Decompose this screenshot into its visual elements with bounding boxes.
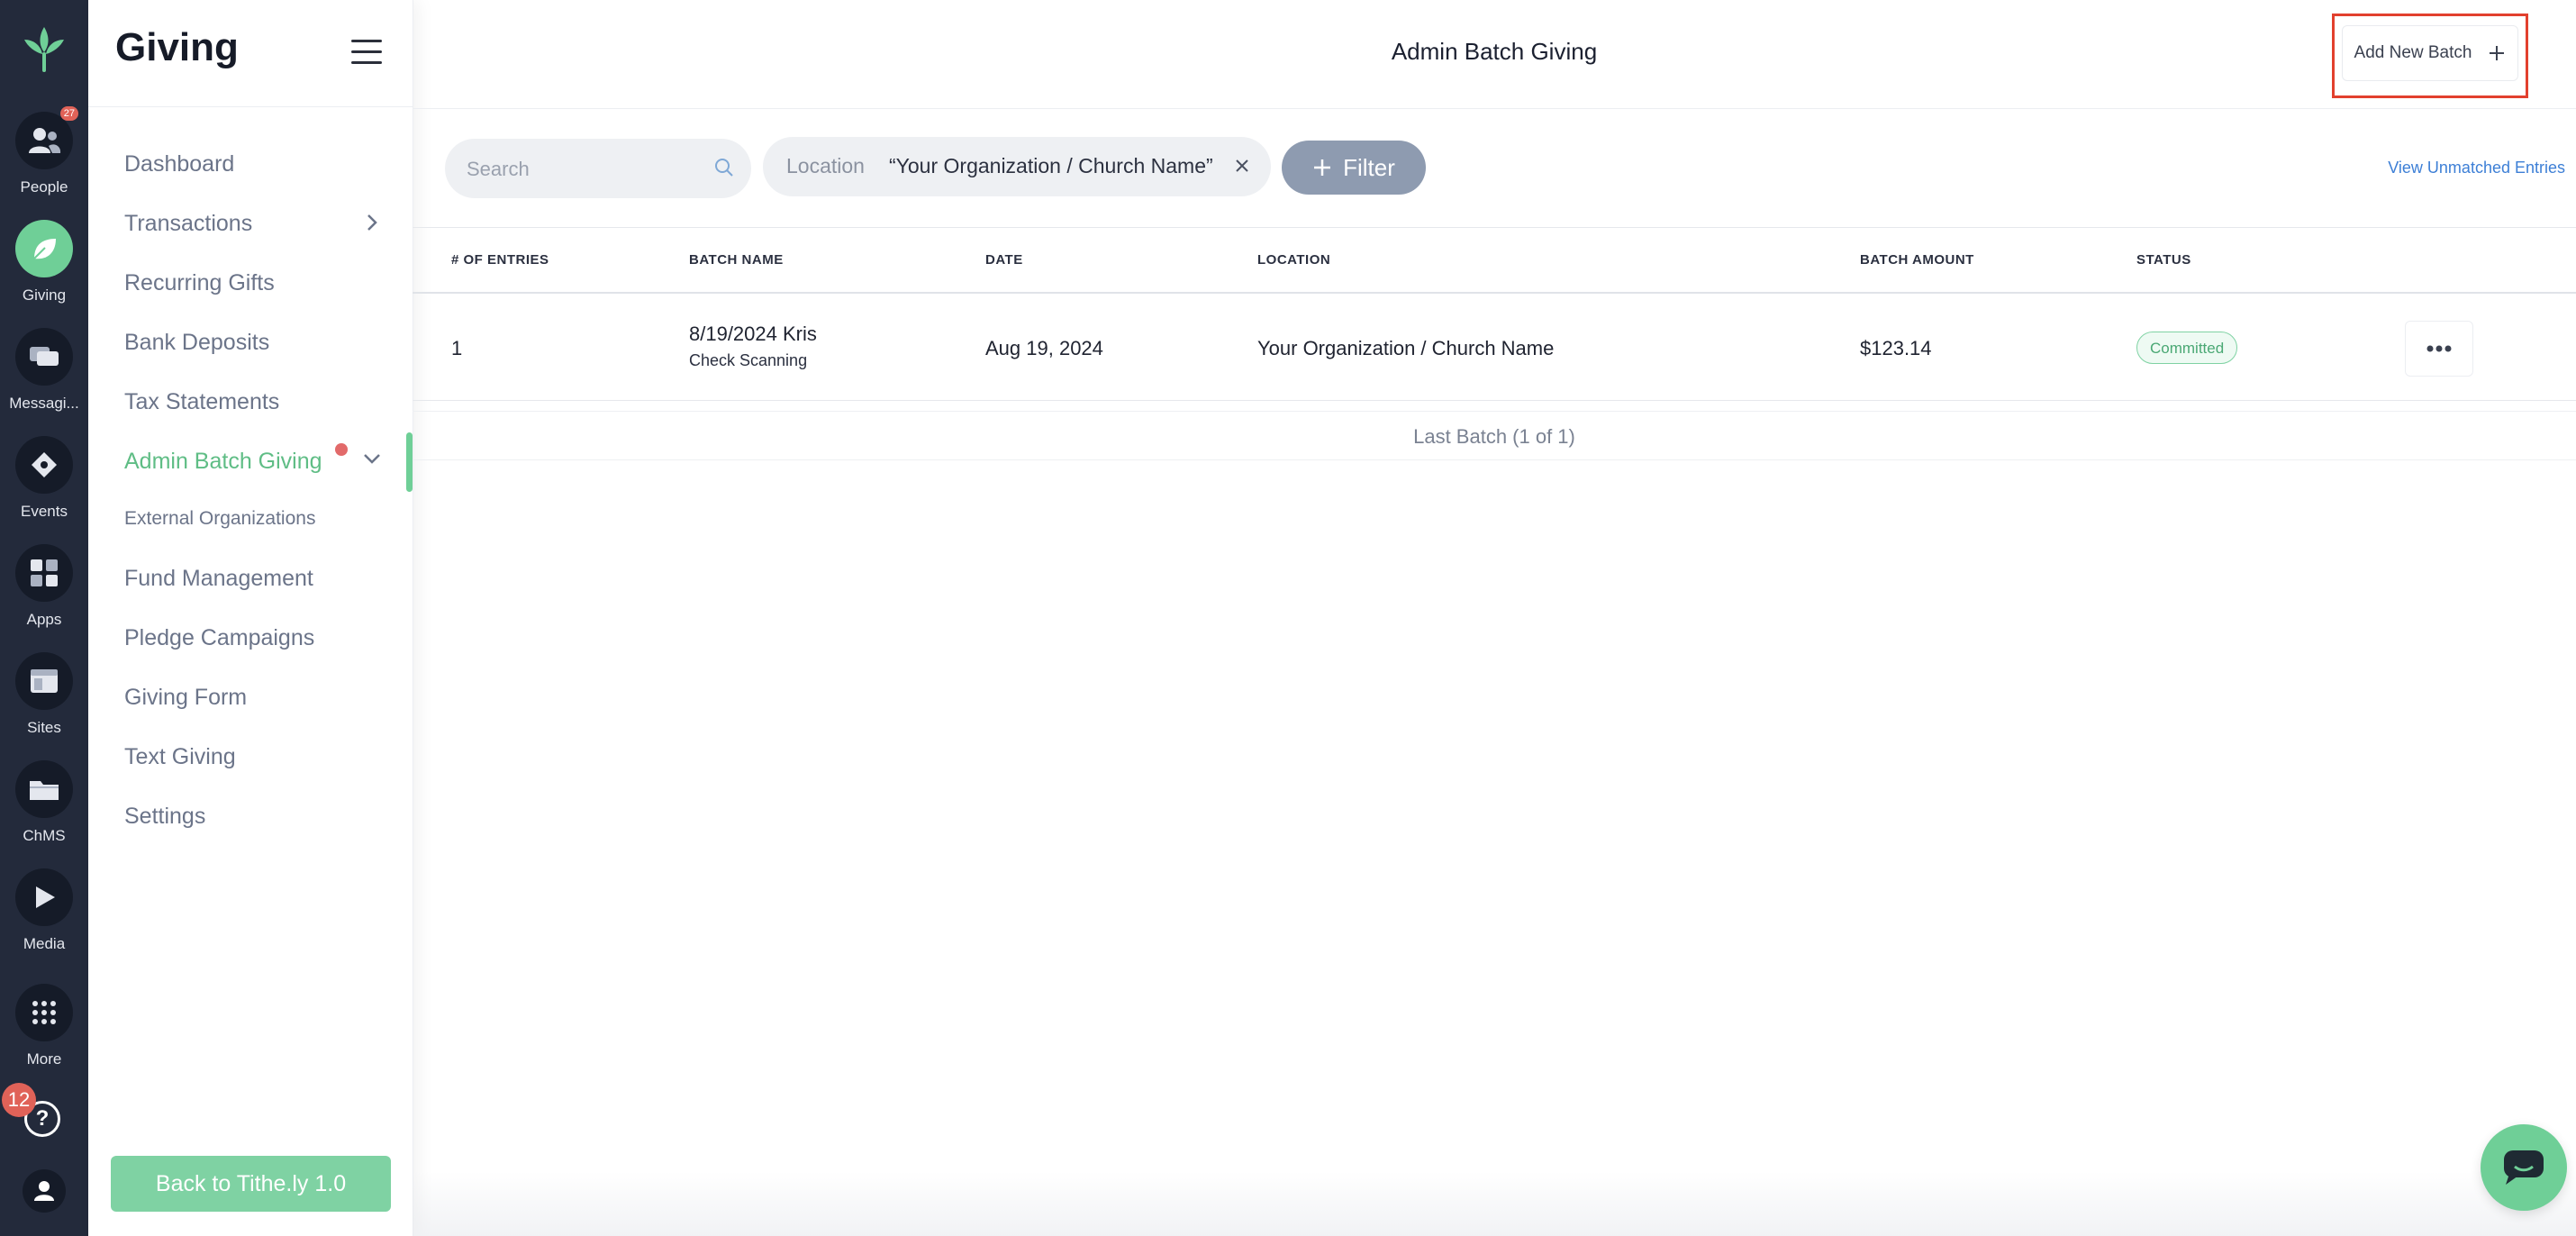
grid-icon <box>15 544 73 602</box>
divider <box>413 292 2576 294</box>
view-unmatched-entries-link[interactable]: View Unmatched Entries <box>2388 159 2565 177</box>
column-header-date[interactable]: DATE <box>985 252 1023 268</box>
location-filter-label: Location <box>786 154 865 177</box>
divider <box>413 400 2576 401</box>
cell-location: Your Organization / Church Name <box>1257 337 1555 359</box>
plus-icon <box>2490 46 2505 60</box>
bottom-shade <box>413 1171 2576 1236</box>
giving-sidebar: Giving Dashboard Transactions Recurring … <box>88 0 413 1236</box>
header-divider <box>413 108 2576 109</box>
column-header-batch-amount[interactable]: BATCH AMOUNT <box>1860 252 1974 268</box>
close-icon[interactable] <box>1231 155 1253 177</box>
chevron-right-icon[interactable] <box>366 213 378 232</box>
sidebar-item-transactions[interactable]: Transactions <box>124 211 252 237</box>
support-chat-button[interactable] <box>2481 1124 2567 1211</box>
profile-icon[interactable] <box>23 1169 66 1213</box>
more-horizontal-icon <box>2426 345 2452 352</box>
rail-item-media[interactable]: Media <box>0 868 88 953</box>
cell-amount: $123.14 <box>1860 337 1932 359</box>
back-to-tithely-button[interactable]: Back to Tithe.ly 1.0 <box>111 1156 391 1212</box>
sidebar-item-giving-form[interactable]: Giving Form <box>124 685 247 711</box>
rail-label: Giving <box>22 286 67 304</box>
rail-item-messaging[interactable]: Messagi... <box>0 328 88 413</box>
row-actions-button[interactable] <box>2405 321 2473 377</box>
browser-icon <box>15 652 73 710</box>
status-badge: Committed <box>2136 332 2238 364</box>
sidebar-title: Giving <box>115 25 239 69</box>
column-header-status[interactable]: STATUS <box>2136 252 2191 268</box>
cell-date: Aug 19, 2024 <box>985 337 1103 359</box>
sidebar-item-text-giving[interactable]: Text Giving <box>124 744 236 770</box>
rail-label: ChMS <box>23 827 66 844</box>
rail-label: Events <box>21 503 68 520</box>
rail-label: Apps <box>26 611 62 628</box>
rail-item-people[interactable]: 27 People <box>0 106 88 196</box>
rail-label: More <box>26 1050 62 1068</box>
search-icon[interactable] <box>713 157 735 178</box>
rail-item-more[interactable]: More <box>0 984 88 1068</box>
sidebar-item-admin-batch-giving[interactable]: Admin Batch Giving <box>124 449 322 475</box>
divider <box>413 459 2576 460</box>
divider <box>413 411 2576 412</box>
cell-batch-name[interactable]: 8/19/2024 Kris <box>689 323 817 346</box>
rail-item-events[interactable]: Events <box>0 436 88 521</box>
column-header-batch-name[interactable]: BATCH NAME <box>689 252 784 268</box>
rail-label: Media <box>23 935 66 952</box>
rail-label: Sites <box>27 719 61 736</box>
main-content: Admin Batch Giving Add New Batch Locatio… <box>413 0 2576 1236</box>
play-icon <box>15 868 73 926</box>
ticket-icon <box>15 436 73 494</box>
rail-item-chms[interactable]: ChMS <box>0 760 88 845</box>
hamburger-menu-icon[interactable] <box>351 40 382 65</box>
table-footer: Last Batch (1 of 1) <box>1413 425 1575 448</box>
column-header-location[interactable]: LOCATION <box>1257 252 1330 268</box>
help-notification-badge: 12 <box>2 1083 36 1117</box>
sidebar-divider <box>88 106 413 107</box>
chat-bubble-icon <box>15 328 73 386</box>
sidebar-item-external-organizations[interactable]: External Organizations <box>124 508 315 530</box>
location-filter-value: “Your Organization / Church Name” <box>889 154 1213 177</box>
location-filter-chip[interactable]: Location “Your Organization / Church Nam… <box>763 137 1271 196</box>
active-indicator <box>406 432 413 492</box>
cell-batch-type: Check Scanning <box>689 351 808 369</box>
tithely-logo-icon[interactable] <box>15 22 73 79</box>
folder-icon <box>15 760 73 818</box>
rail-item-apps[interactable]: Apps <box>0 544 88 629</box>
app-rail: 27 People Giving Messagi... Events Apps … <box>0 0 88 1236</box>
notification-dot <box>335 443 348 456</box>
leaf-icon <box>15 220 73 277</box>
divider <box>413 227 2576 228</box>
chevron-down-icon[interactable] <box>362 452 382 465</box>
add-new-batch-button[interactable]: Add New Batch <box>2342 25 2518 81</box>
rail-item-sites[interactable]: Sites <box>0 652 88 737</box>
search-input[interactable] <box>465 151 703 187</box>
chat-icon <box>2504 1150 2544 1185</box>
rail-item-giving[interactable]: Giving <box>0 220 88 304</box>
sidebar-item-recurring-gifts[interactable]: Recurring Gifts <box>124 270 275 296</box>
rail-label: People <box>20 178 68 195</box>
sidebar-item-bank-deposits[interactable]: Bank Deposits <box>124 330 269 356</box>
cell-entries: 1 <box>451 337 463 359</box>
sidebar-item-tax-statements[interactable]: Tax Statements <box>124 389 279 415</box>
rail-label: Messagi... <box>9 395 79 412</box>
page-title: Admin Batch Giving <box>1391 38 1598 65</box>
add-filter-button[interactable]: Filter <box>1282 141 1426 195</box>
people-icon: 27 <box>15 106 78 169</box>
sidebar-item-fund-management[interactable]: Fund Management <box>124 566 313 592</box>
sidebar-item-pledge-campaigns[interactable]: Pledge Campaigns <box>124 625 314 651</box>
column-header-entries[interactable]: # OF ENTRIES <box>451 252 549 268</box>
sidebar-item-dashboard[interactable]: Dashboard <box>124 151 234 177</box>
notification-badge: 27 <box>59 106 78 121</box>
add-new-batch-label: Add New Batch <box>2354 43 2472 62</box>
filter-label: Filter <box>1343 153 1395 181</box>
search-box <box>445 139 751 198</box>
plus-icon <box>1314 159 1331 176</box>
sidebar-item-settings[interactable]: Settings <box>124 804 205 830</box>
dots-grid-icon <box>15 984 73 1041</box>
